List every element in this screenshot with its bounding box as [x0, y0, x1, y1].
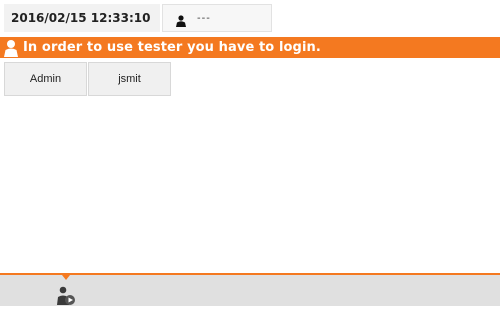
user-button-admin[interactable]: Admin [4, 62, 87, 96]
user-icon [175, 12, 187, 27]
top-bar: 2016/02/15 12:33:10 --- [0, 0, 500, 35]
bottom-bar [0, 273, 500, 306]
datetime-display: 2016/02/15 12:33:10 [4, 4, 160, 32]
banner-message: In order to use tester you have to login… [23, 40, 321, 55]
user-play-icon[interactable] [56, 286, 78, 306]
current-user-box[interactable]: --- [162, 4, 272, 32]
user-icon [3, 39, 19, 57]
login-required-banner: In order to use tester you have to login… [0, 37, 500, 58]
user-button-jsmit[interactable]: jsmit [88, 62, 171, 96]
caret-down-icon [62, 275, 70, 280]
current-user-name: --- [197, 12, 211, 24]
